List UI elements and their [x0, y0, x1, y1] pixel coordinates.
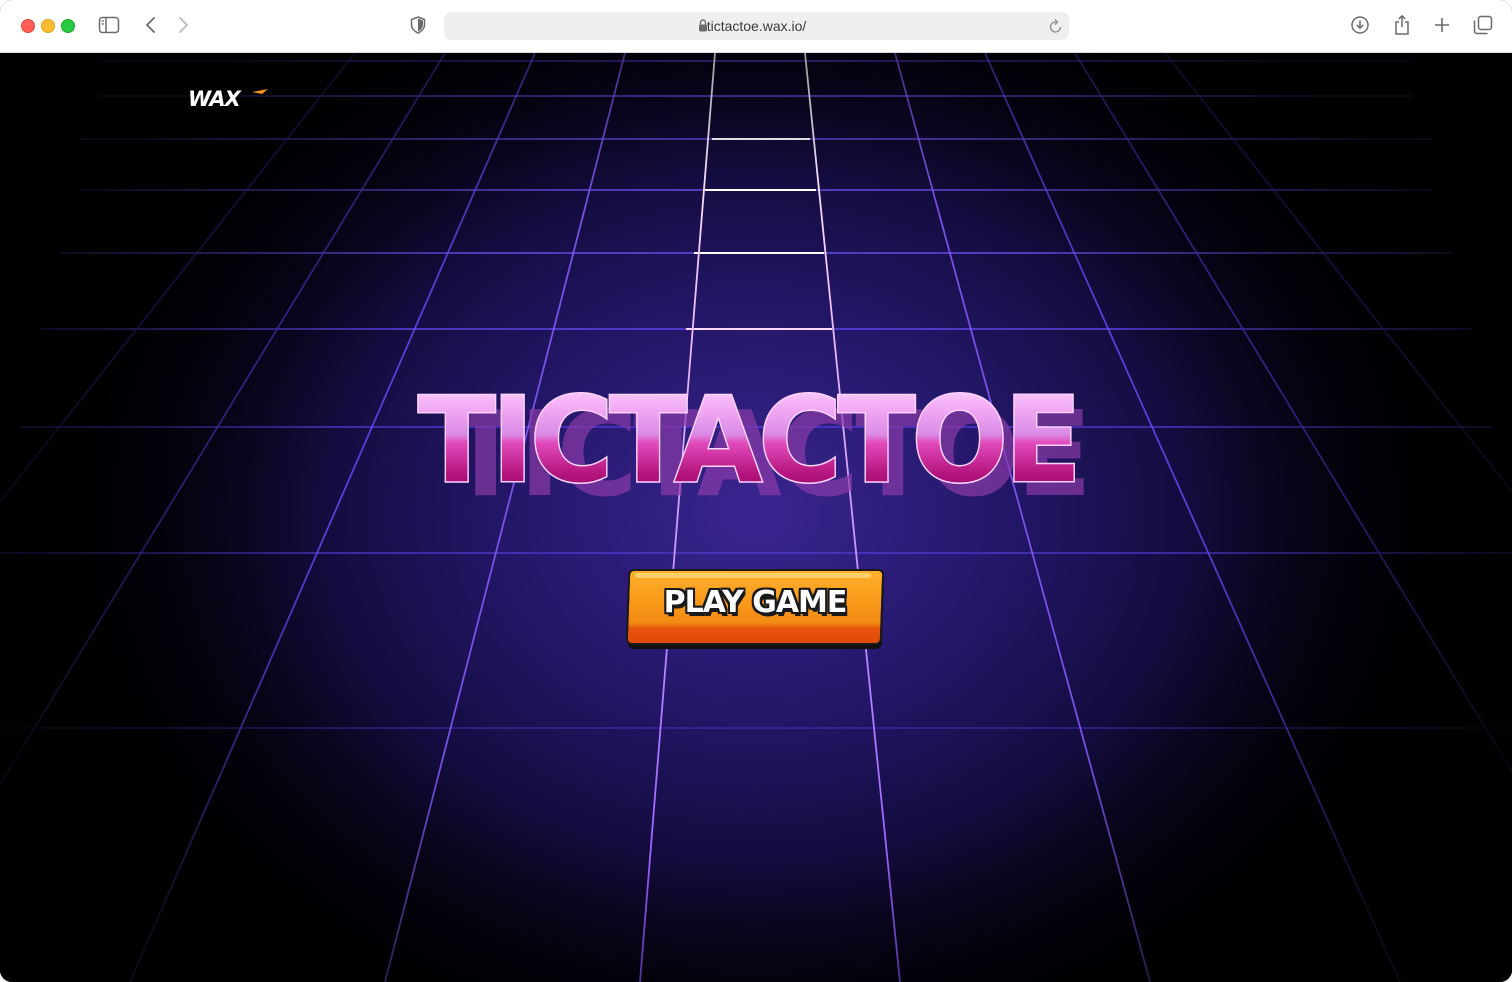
play-button-highlight	[634, 573, 872, 578]
neon-grid-background	[0, 53, 1512, 982]
wax-logo-text: WAX	[188, 87, 243, 110]
browser-window: tictactoe.wax.io/ WAX TICTACTOE TICTACTO…	[0, 0, 1512, 982]
page-title: TICTACTOE	[418, 373, 1078, 509]
chevron-right-icon[interactable]	[172, 14, 194, 36]
browser-toolbar: tictactoe.wax.io/	[0, 0, 1512, 53]
play-button-label: PLAY GAME	[663, 585, 848, 620]
title-banner: TICTACTOE TICTACTOE	[0, 370, 1512, 524]
minimize-window-button[interactable]	[41, 19, 55, 33]
close-window-button[interactable]	[21, 19, 35, 33]
play-game-button[interactable]: PLAY GAME	[625, 569, 885, 649]
plus-icon[interactable]	[1431, 14, 1453, 36]
share-icon[interactable]	[1391, 14, 1413, 36]
url-text: tictactoe.wax.io/	[706, 18, 807, 34]
tabs-overview-icon[interactable]	[1472, 14, 1494, 36]
reload-icon[interactable]	[1049, 18, 1063, 39]
sidebar-icon[interactable]	[98, 14, 120, 36]
zoom-window-button[interactable]	[61, 19, 75, 33]
game-page: WAX TICTACTOE TICTACTOE PLAY GAME	[0, 53, 1512, 982]
shield-icon[interactable]	[407, 14, 429, 36]
download-icon[interactable]	[1349, 14, 1371, 36]
address-bar[interactable]: tictactoe.wax.io/	[444, 12, 1069, 40]
wax-logo[interactable]: WAX	[188, 86, 270, 111]
chevron-left-icon[interactable]	[140, 14, 162, 36]
